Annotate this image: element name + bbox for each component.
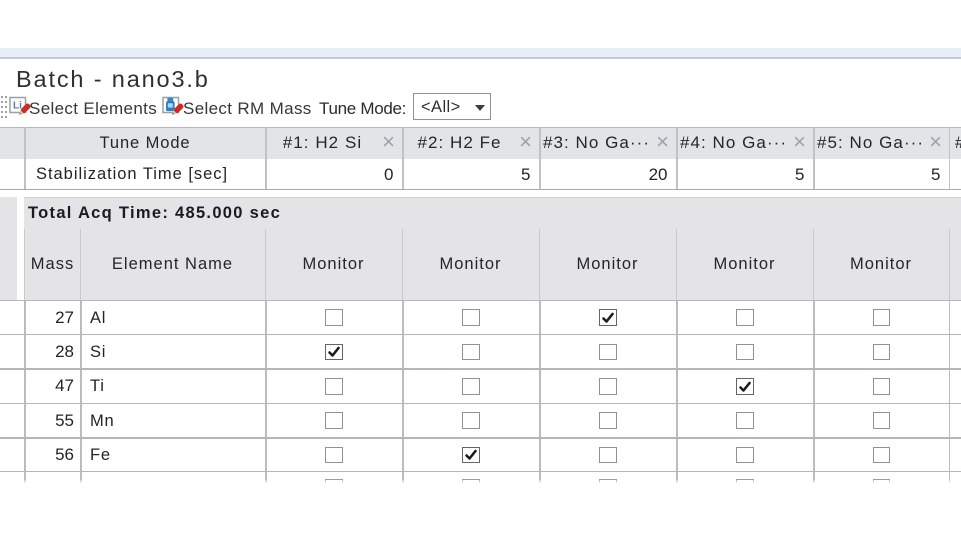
svg-text:Li: Li xyxy=(13,101,22,112)
